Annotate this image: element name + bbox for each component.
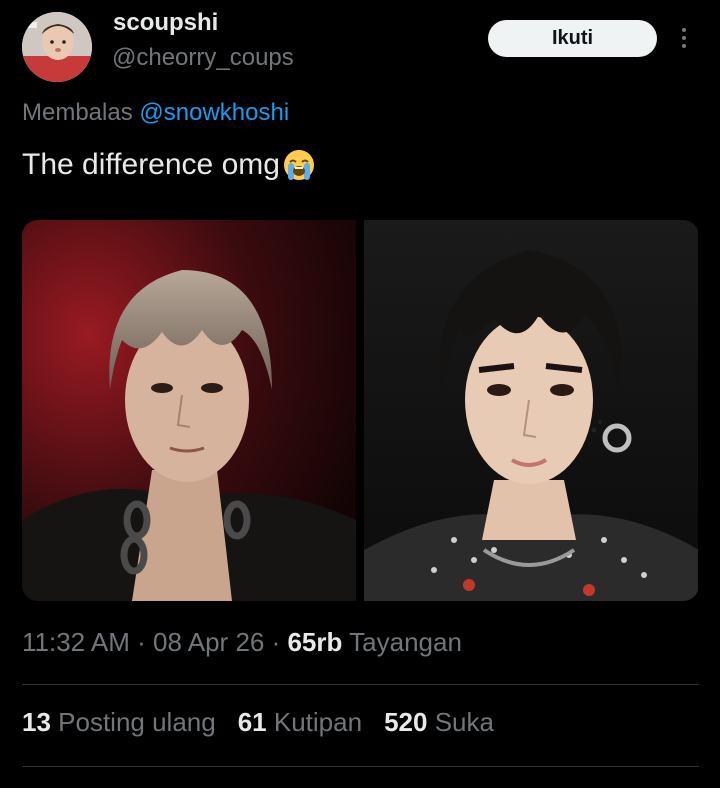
engagement-stats: 13 Posting ulang 61 Kutipan 520 Suka (22, 707, 494, 738)
user-handle[interactable]: @cheorry_coups (112, 44, 294, 72)
photo-right[interactable] (364, 220, 698, 601)
reposts-count: 13 (22, 707, 51, 737)
reposts-stat[interactable]: 13 Posting ulang (22, 707, 216, 738)
photo-left[interactable] (22, 220, 356, 601)
reply-mention-link[interactable]: @snowkhoshi (139, 99, 289, 126)
tweet-date[interactable]: 08 Apr 26 (153, 627, 264, 657)
meta-separator: · (129, 627, 154, 657)
meta-separator: · (264, 627, 288, 657)
more-options-icon[interactable] (674, 22, 694, 54)
views-label: Tayangan (349, 627, 462, 657)
tweet-header: scoupshi @cheorry_coups Ikuti (0, 0, 720, 90)
tweet-meta: 11:32 AM · 08 Apr 26 · 65rb Tayangan (22, 627, 462, 658)
quotes-stat[interactable]: 61 Kutipan (238, 707, 362, 738)
reposts-label: Posting ulang (58, 707, 216, 737)
divider (22, 766, 699, 767)
display-name[interactable]: scoupshi (113, 9, 218, 37)
loudly-crying-face-icon (282, 148, 316, 182)
reply-prefix: Membalas (22, 99, 133, 126)
views-count: 65rb (287, 627, 343, 657)
quotes-count: 61 (237, 707, 267, 737)
tweet-text-body: The difference omg (22, 148, 280, 181)
avatar[interactable] (22, 12, 92, 82)
likes-label: Suka (434, 707, 494, 737)
tweet-time[interactable]: 11:32 AM (22, 627, 130, 657)
divider (22, 684, 699, 685)
tweet-text: The difference omg (22, 148, 316, 182)
likes-count: 520 (384, 707, 428, 737)
reply-context: Membalas @snowkhoshi (22, 99, 289, 127)
media-grid (22, 220, 699, 601)
quotes-label: Kutipan (273, 707, 363, 737)
likes-stat[interactable]: 520 Suka (384, 707, 494, 738)
follow-button[interactable]: Ikuti (488, 20, 657, 57)
